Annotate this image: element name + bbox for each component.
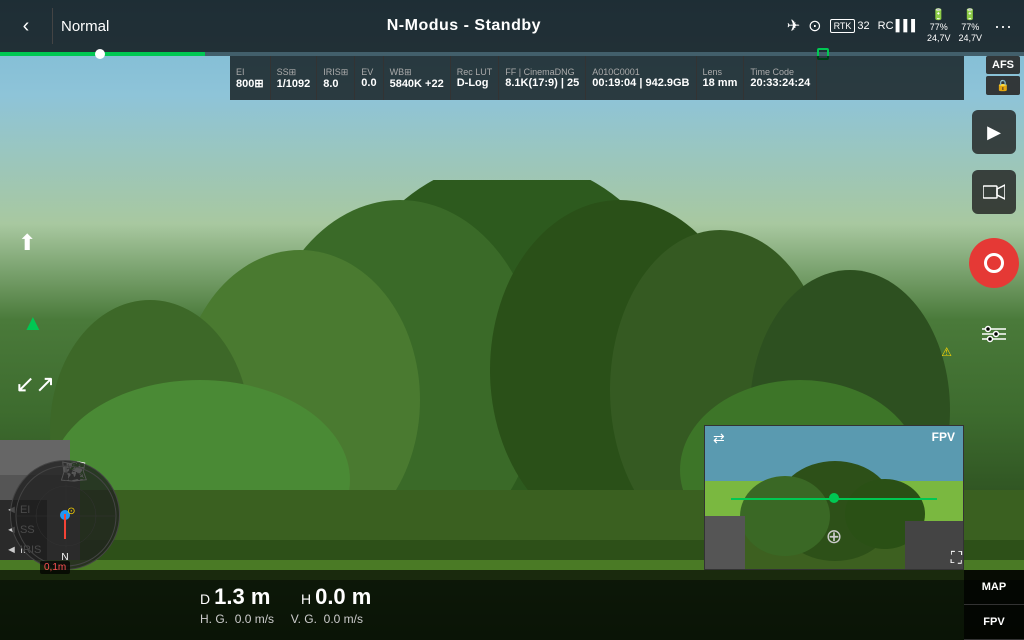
video-icon — [983, 184, 1005, 200]
iris-value: 8.0 — [323, 78, 348, 90]
mode-label[interactable]: Normal — [61, 18, 141, 35]
fpv-toggle-button[interactable]: FPV — [964, 605, 1024, 640]
rc-signal: RC ▌▌▌ — [878, 20, 919, 32]
distance-display: D1.3 m H0.0 m — [200, 584, 371, 610]
clip-param[interactable]: A010C0001 00:19:04 | 942.9GB — [586, 56, 696, 100]
compass-circle[interactable]: ⊙ N — [10, 460, 120, 570]
iris-label: IRIS⊞ — [323, 67, 348, 78]
ev-label: EV — [361, 67, 376, 77]
vg-label: V. G. — [291, 612, 317, 626]
ss-label: SS⊞ — [277, 67, 311, 78]
ss-param[interactable]: SS⊞ 1/1092 — [271, 56, 318, 100]
mini-view-label: FPV — [932, 430, 955, 444]
vg-value: 0.0 m/s — [324, 612, 363, 626]
mini-switch-button[interactable]: ⇄ — [713, 430, 725, 447]
progress-dot-left — [95, 49, 105, 59]
mini-crosshair-icon: ⊕ — [826, 524, 843, 549]
wb-label: WB⊞ — [390, 67, 444, 78]
ei-param[interactable]: EI 800⊞ — [230, 56, 271, 100]
north-arrow-icon: ▲ — [22, 310, 44, 336]
video-button[interactable] — [972, 170, 1016, 214]
rtk-value: 32 — [857, 20, 869, 32]
mini-fpv-view[interactable]: ⇄ FPV ⊕ — [704, 425, 964, 570]
h-label: H — [301, 591, 311, 607]
distance-block: D1.3 m H0.0 m H. G. 0.0 m/s V. G. 0.0 m/… — [200, 584, 371, 626]
tc-param[interactable]: Time Code 20:33:24:24 — [744, 56, 817, 100]
right-sidebar: ▶ ⚠ — [964, 100, 1024, 356]
drone-icon: ✈ — [787, 16, 800, 36]
battery-2-v: 24,7V — [958, 33, 982, 44]
rtk-status: RTK 32 — [830, 19, 870, 33]
reclut-param[interactable]: Rec LUT D-Log — [451, 56, 500, 100]
lens-param[interactable]: Lens 18 mm — [697, 56, 745, 100]
ff-param[interactable]: FF | CinemaDNG 8.1K(17:9) | 25 — [499, 56, 586, 100]
top-bar: ‹ Normal N-Modus - Standby ✈ ⊙ RTK 32 RC… — [0, 0, 1024, 52]
d-label: D — [200, 591, 210, 607]
compass-inner: ⊙ N — [11, 461, 119, 569]
speed-display: H. G. 0.0 m/s V. G. 0.0 m/s — [200, 612, 371, 626]
wb-param[interactable]: WB⊞ 5840K +22 — [384, 56, 451, 100]
map-fpv-panel: MAP FPV — [964, 570, 1024, 640]
route-button[interactable]: ↙↗ — [15, 370, 55, 399]
compass-area: ⊙ N 0,1m — [10, 450, 130, 570]
compass-heading-line — [64, 514, 66, 539]
ss-value: 1/1092 — [277, 78, 311, 90]
clip-label: A010C0001 — [592, 67, 689, 77]
ei-label: EI — [236, 67, 264, 77]
ev-param[interactable]: EV 0.0 — [355, 56, 383, 100]
battery-1: 🔋 77% 24,7V — [927, 9, 951, 44]
h-value: 0.0 m — [315, 584, 371, 609]
mini-horizon-dot — [829, 493, 839, 503]
divider — [52, 8, 53, 44]
clip-value: 00:19:04 | 942.9GB — [592, 77, 689, 89]
back-button[interactable]: ‹ — [8, 8, 44, 44]
camera-settings-button[interactable] — [972, 312, 1016, 356]
rc-label: RC — [878, 20, 894, 32]
ei-value: 800⊞ — [236, 77, 264, 90]
hg-value: 0.0 m/s — [235, 612, 274, 626]
record-button[interactable] — [969, 238, 1019, 288]
tc-value: 20:33:24:24 — [750, 77, 810, 89]
rtk-label: RTK — [830, 19, 856, 33]
reclut-label: Rec LUT — [457, 67, 493, 77]
battery-icon-1: 🔋 — [932, 9, 946, 22]
gimbal-icon: ⊙ — [808, 16, 821, 36]
map-toggle-button[interactable]: MAP — [964, 570, 1024, 605]
tc-label: Time Code — [750, 67, 810, 77]
wb-value: 5840K +22 — [390, 78, 444, 90]
record-indicator — [984, 253, 1004, 273]
ae-lock-button[interactable]: 🔒 — [986, 76, 1020, 95]
rc-bars: ▌▌▌ — [896, 20, 919, 32]
home-point-marker: ⊙ — [67, 506, 75, 517]
status-bar: ✈ ⊙ RTK 32 RC ▌▌▌ 🔋 77% 24,7V 🔋 77% 24,7… — [787, 9, 1016, 44]
battery-icon-2: 🔋 — [963, 9, 977, 22]
distance-warning: 0,1m — [40, 561, 70, 574]
flight-mode-title: N-Modus - Standby — [141, 17, 787, 35]
ff-value: 8.1K(17:9) | 25 — [505, 77, 579, 89]
afs-ae-panel: AFS 🔒 — [986, 56, 1020, 95]
lens-label: Lens — [703, 67, 738, 77]
upload-button[interactable]: ⬆ — [18, 230, 36, 256]
sliders-icon — [982, 325, 1006, 343]
reclut-value: D-Log — [457, 77, 493, 89]
playback-button[interactable]: ▶ — [972, 110, 1016, 154]
ff-label: FF | CinemaDNG — [505, 67, 579, 77]
bottom-bar: D1.3 m H0.0 m H. G. 0.0 m/s V. G. 0.0 m/… — [0, 570, 1024, 640]
camera-params-bar: EI 800⊞ SS⊞ 1/1092 IRIS⊞ 8.0 EV 0.0 WB⊞ … — [230, 56, 964, 100]
iris-param[interactable]: IRIS⊞ 8.0 — [317, 56, 355, 100]
yellow-warning-icon: ⚠ — [941, 345, 952, 359]
d-value: 1.3 m — [214, 584, 270, 609]
battery-2-pct: 77% — [961, 22, 979, 33]
lens-value: 18 mm — [703, 77, 738, 89]
battery-2: 🔋 77% 24,7V — [958, 9, 982, 44]
ev-value: 0.0 — [361, 77, 376, 89]
fullscreen-button[interactable]: ⛶ — [951, 550, 962, 568]
battery-1-v: 24,7V — [927, 33, 951, 44]
more-menu-button[interactable]: ··· — [990, 16, 1016, 37]
afs-button[interactable]: AFS — [986, 56, 1020, 74]
hg-label: H. G. — [200, 612, 228, 626]
battery-1-pct: 77% — [930, 22, 948, 33]
